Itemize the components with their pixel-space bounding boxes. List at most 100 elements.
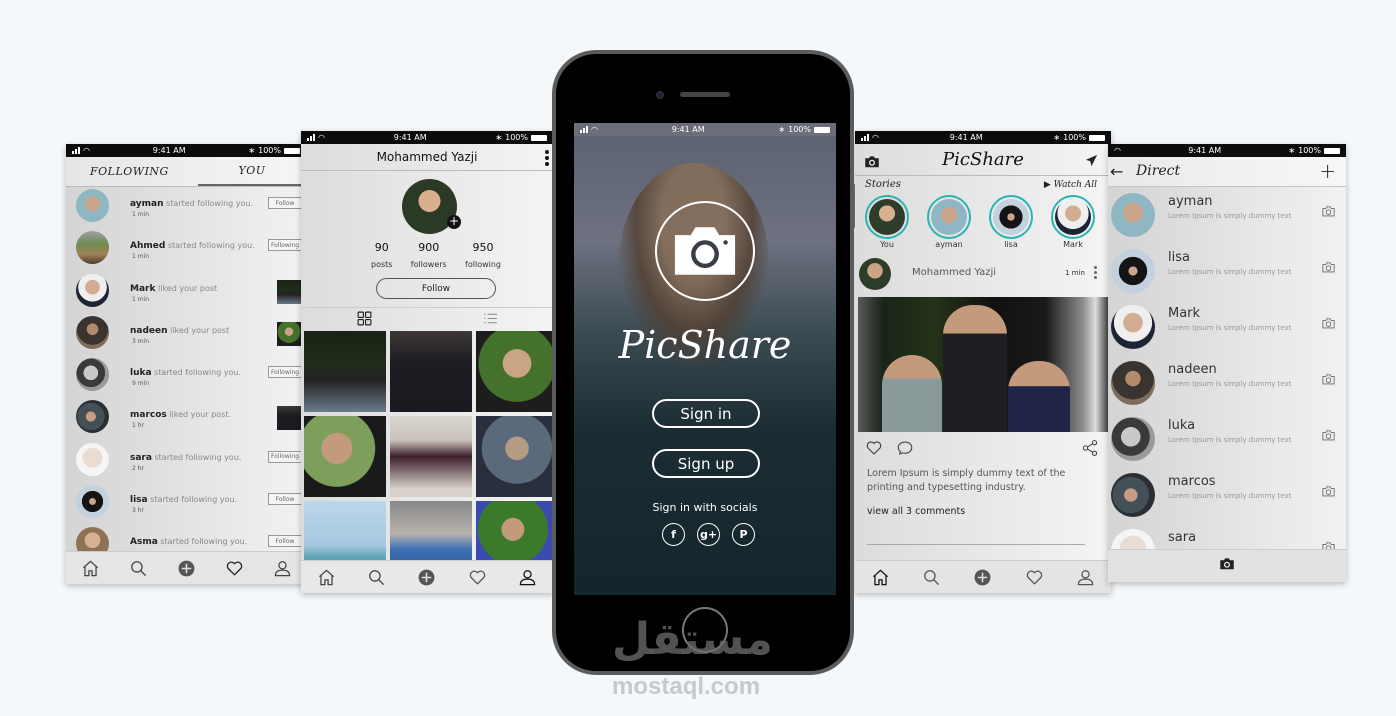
story-item[interactable]: You (865, 195, 909, 249)
post-options-icon[interactable] (1094, 266, 1097, 279)
activity-user[interactable]: ayman (130, 199, 164, 209)
follow-toggle-button[interactable]: Following (268, 239, 302, 252)
conversation-item[interactable]: luka Lorem Ipsum is simply dummy text (1108, 417, 1346, 476)
share-icon[interactable] (1081, 439, 1099, 461)
activity-user[interactable]: sara (130, 453, 152, 463)
activity-user[interactable]: Mark (130, 284, 155, 294)
photo-thumbnail[interactable] (476, 416, 553, 497)
back-arrow-icon[interactable]: ← (1110, 162, 1123, 181)
google-plus-icon[interactable]: g+ (697, 523, 720, 546)
conversation-item[interactable]: nadeen Lorem Ipsum is simply dummy text (1108, 361, 1346, 420)
search-icon[interactable] (922, 567, 942, 587)
sign-up-button[interactable]: Sign up (652, 449, 760, 478)
user-avatar[interactable] (76, 273, 109, 307)
activity-item[interactable]: marcos liked your post. 1 hr (66, 400, 306, 442)
user-avatar[interactable] (76, 358, 109, 392)
user-avatar[interactable] (76, 485, 109, 519)
tab-you[interactable]: YOU (198, 157, 306, 186)
story-item[interactable]: ayman (927, 195, 971, 249)
user-avatar[interactable] (1111, 361, 1155, 405)
profile-icon[interactable] (518, 567, 538, 587)
post-photo[interactable] (858, 297, 1108, 432)
user-avatar[interactable] (1111, 305, 1155, 349)
activity-item[interactable]: nadeen liked your post 3 min (66, 315, 306, 358)
post-author-avatar[interactable] (859, 258, 891, 290)
stat-followers[interactable]: 900 followers (411, 241, 447, 269)
photo-thumbnail[interactable] (304, 416, 386, 497)
heart-icon[interactable] (1024, 567, 1044, 587)
camera-icon[interactable] (1321, 260, 1336, 279)
facebook-icon[interactable]: f (662, 523, 685, 546)
like-icon[interactable] (865, 439, 883, 461)
camera-icon[interactable] (1218, 555, 1236, 577)
photo-thumbnail[interactable] (304, 331, 386, 412)
activity-user[interactable]: Ahmed (130, 241, 165, 251)
photo-thumbnail[interactable] (390, 416, 472, 497)
activity-user[interactable]: Asma (130, 537, 158, 547)
activity-item[interactable]: Mark liked your post 1 min (66, 273, 306, 316)
camera-icon[interactable] (1321, 204, 1336, 223)
stat-posts[interactable]: 90 posts (371, 241, 392, 269)
activity-user[interactable]: marcos (130, 410, 167, 420)
user-avatar[interactable] (76, 315, 109, 349)
more-options-icon[interactable] (545, 150, 549, 166)
conversation-item[interactable]: marcos Lorem Ipsum is simply dummy text (1108, 473, 1346, 532)
user-avatar[interactable] (76, 442, 109, 476)
profile-icon[interactable] (1075, 567, 1095, 587)
activity-user[interactable]: luka (130, 368, 152, 378)
tab-following[interactable]: FOLLOWING (66, 157, 198, 186)
follow-toggle-button[interactable]: Following (268, 450, 302, 463)
post-thumbnail[interactable] (277, 279, 301, 304)
camera-icon[interactable] (1321, 428, 1336, 447)
user-avatar[interactable] (76, 189, 109, 222)
comment-icon[interactable] (896, 439, 914, 461)
story-item[interactable]: Mark (1051, 195, 1095, 249)
follow-toggle-button[interactable]: Follow (268, 197, 302, 209)
add-story-icon[interactable]: + (447, 215, 461, 229)
home-icon[interactable] (80, 558, 100, 578)
profile-icon[interactable] (272, 558, 292, 578)
conversation-item[interactable]: Mark Lorem Ipsum is simply dummy text (1108, 305, 1346, 364)
home-icon[interactable] (871, 567, 891, 587)
list-view-tab[interactable] (427, 308, 553, 329)
heart-icon[interactable] (467, 567, 487, 587)
activity-item[interactable]: sara started following you. 2 hr Following (66, 442, 306, 485)
add-post-icon[interactable] (176, 558, 196, 578)
pinterest-icon[interactable]: P (732, 523, 755, 546)
search-icon[interactable] (128, 558, 148, 578)
activity-item[interactable]: ayman started following you. 1 min Follow (66, 189, 306, 231)
grid-view-tab[interactable] (301, 308, 427, 329)
story-item[interactable]: lisa (989, 195, 1033, 249)
heart-icon[interactable] (224, 558, 244, 578)
sign-in-button[interactable]: Sign in (652, 399, 760, 428)
user-avatar[interactable] (76, 400, 109, 434)
post-thumbnail[interactable] (277, 321, 301, 346)
direct-message-icon[interactable] (1084, 153, 1099, 172)
photo-thumbnail[interactable] (476, 331, 553, 412)
user-avatar[interactable] (76, 231, 109, 265)
follow-toggle-button[interactable]: Following (268, 366, 302, 379)
new-message-icon[interactable]: + (1319, 159, 1336, 183)
post-thumbnail[interactable] (277, 406, 301, 431)
follow-toggle-button[interactable]: Follow (268, 535, 302, 548)
camera-icon[interactable] (1321, 372, 1336, 391)
follow-button[interactable]: Follow (376, 278, 496, 299)
stat-following[interactable]: 950 following (465, 241, 501, 269)
follow-toggle-button[interactable]: Follow (268, 493, 302, 506)
activity-user[interactable]: nadeen (130, 326, 168, 336)
activity-item[interactable]: Ahmed started following you. 1 min Followi… (66, 231, 306, 273)
user-avatar[interactable] (1111, 473, 1155, 517)
add-post-icon[interactable] (973, 567, 993, 587)
watch-all-link[interactable]: ▶ Watch All (1044, 180, 1097, 190)
post-author-name[interactable]: Mohammed Yazji (912, 267, 996, 278)
user-avatar[interactable] (1111, 249, 1155, 293)
conversation-item[interactable]: lisa Lorem Ipsum is simply dummy text (1108, 249, 1346, 308)
home-icon[interactable] (316, 567, 336, 587)
search-icon[interactable] (367, 567, 387, 587)
activity-item[interactable]: lisa started following you. 3 hr Follow (66, 485, 306, 527)
activity-item[interactable]: luka started following you. 9 min Followin… (66, 358, 306, 400)
camera-icon[interactable] (1321, 484, 1336, 503)
user-avatar[interactable] (1111, 193, 1155, 237)
conversation-item[interactable]: ayman Lorem Ipsum is simply dummy text (1108, 193, 1346, 252)
camera-icon[interactable] (1321, 316, 1336, 335)
